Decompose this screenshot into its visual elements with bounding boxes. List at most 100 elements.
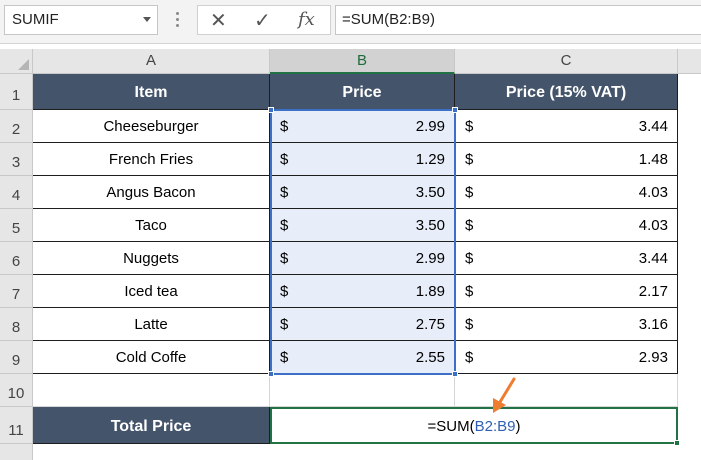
row-header-2[interactable]: 2 xyxy=(0,110,33,143)
row-header-7[interactable]: 7 xyxy=(0,275,33,308)
price-cell[interactable]: $1.29 xyxy=(270,143,455,176)
price-value: 3.50 xyxy=(415,217,445,234)
vat-cell[interactable]: $3.44 xyxy=(455,110,678,143)
name-box-value: SUMIF xyxy=(12,11,59,28)
item-cell[interactable]: Latte xyxy=(33,308,270,341)
header-item[interactable]: Item xyxy=(33,74,270,110)
price-cell[interactable]: $2.75 xyxy=(270,308,455,341)
price-cell[interactable]: $3.50 xyxy=(270,176,455,209)
column-header-a[interactable]: A xyxy=(33,49,270,74)
row-header-9[interactable]: 9 xyxy=(0,341,33,374)
formula-text: =SUM(B2:B9) xyxy=(342,11,435,28)
price-cell[interactable]: $3.50 xyxy=(270,209,455,242)
drag-handle-icon[interactable] xyxy=(176,12,179,30)
column-header-b[interactable]: B xyxy=(270,49,455,74)
row-header-4[interactable]: 4 xyxy=(0,176,33,209)
currency-symbol: $ xyxy=(280,118,289,135)
header-price[interactable]: Price xyxy=(270,74,455,110)
currency-symbol: $ xyxy=(280,151,289,168)
price-value: 2.99 xyxy=(415,118,445,135)
vat-value: 4.03 xyxy=(638,184,668,201)
currency-symbol: $ xyxy=(280,316,289,333)
select-all-button[interactable] xyxy=(0,49,33,74)
price-cell[interactable]: $2.55 xyxy=(270,341,455,374)
fill-handle[interactable] xyxy=(674,440,680,446)
price-cell[interactable]: $2.99 xyxy=(270,242,455,275)
currency-symbol: $ xyxy=(280,349,289,366)
item-name: Cheeseburger xyxy=(103,118,199,135)
row-header-12[interactable] xyxy=(0,444,33,460)
currency-symbol: $ xyxy=(465,250,474,267)
vat-value: 2.17 xyxy=(638,283,668,300)
currency-symbol: $ xyxy=(280,250,289,267)
price-value: 1.89 xyxy=(415,283,445,300)
row-header-11[interactable]: 11 xyxy=(0,407,33,444)
row-header-6[interactable]: 6 xyxy=(0,242,33,275)
vat-cell[interactable]: $1.48 xyxy=(455,143,678,176)
column-header-c[interactable]: C xyxy=(455,49,678,74)
vat-cell[interactable]: $2.93 xyxy=(455,341,678,374)
name-box[interactable]: SUMIF xyxy=(4,5,158,35)
cancel-icon[interactable]: ✕ xyxy=(210,8,227,33)
currency-symbol: $ xyxy=(465,349,474,366)
formula-input[interactable]: =SUM(B2:B9) xyxy=(335,5,701,35)
enter-icon[interactable]: ✓ xyxy=(254,8,271,33)
item-cell[interactable]: Taco xyxy=(33,209,270,242)
item-name: Taco xyxy=(135,217,167,234)
vat-value: 1.48 xyxy=(638,151,668,168)
column-header-d[interactable] xyxy=(678,49,701,74)
price-value: 2.75 xyxy=(415,316,445,333)
currency-symbol: $ xyxy=(465,151,474,168)
item-name: Iced tea xyxy=(124,283,178,300)
item-cell[interactable]: Cheeseburger xyxy=(33,110,270,143)
vat-cell[interactable]: $3.16 xyxy=(455,308,678,341)
row-header-5[interactable]: 5 xyxy=(0,209,33,242)
pointer-arrow-icon xyxy=(493,377,516,413)
formula-prefix: =SUM( xyxy=(427,418,475,435)
active-cell-b11[interactable]: =SUM(B2:B9) xyxy=(270,407,680,446)
vat-cell[interactable]: $4.03 xyxy=(455,176,678,209)
vat-cell[interactable]: $2.17 xyxy=(455,275,678,308)
formula-bar: SUMIF ✕ ✓ fx =SUM(B2:B9) xyxy=(0,0,701,44)
row-header-1[interactable]: 1 xyxy=(0,74,33,110)
row-header-3[interactable]: 3 xyxy=(0,143,33,176)
total-label-cell[interactable]: Total Price xyxy=(33,407,270,444)
price-cell[interactable]: $2.99 xyxy=(270,110,455,143)
item-name: French Fries xyxy=(108,151,194,168)
price-value: 2.99 xyxy=(415,250,445,267)
currency-symbol: $ xyxy=(465,283,474,300)
item-cell[interactable]: Angus Bacon xyxy=(33,176,270,209)
item-cell[interactable]: Cold Coffe xyxy=(33,341,270,374)
vat-value: 2.93 xyxy=(638,349,668,366)
vat-cell[interactable]: $3.44 xyxy=(455,242,678,275)
row-header-8[interactable]: 8 xyxy=(0,308,33,341)
insert-function-icon[interactable]: fx xyxy=(298,9,315,30)
item-cell[interactable]: Nuggets xyxy=(33,242,270,275)
item-cell[interactable]: Iced tea xyxy=(33,275,270,308)
vat-value: 4.03 xyxy=(638,217,668,234)
total-formula: =SUM(B2:B9) xyxy=(272,418,676,435)
item-name: Cold Coffe xyxy=(115,349,187,366)
formula-buttons: ✕ ✓ fx xyxy=(197,5,331,35)
price-value: 1.29 xyxy=(415,151,445,168)
item-name: Latte xyxy=(134,316,168,333)
vat-value: 3.44 xyxy=(638,118,668,135)
vat-value: 3.16 xyxy=(638,316,668,333)
cell-b10[interactable] xyxy=(270,374,455,407)
item-cell[interactable]: French Fries xyxy=(33,143,270,176)
currency-symbol: $ xyxy=(280,217,289,234)
cell-a10[interactable] xyxy=(33,374,270,407)
currency-symbol: $ xyxy=(280,283,289,300)
row-header-10[interactable]: 10 xyxy=(0,374,33,407)
price-cell[interactable]: $1.89 xyxy=(270,275,455,308)
currency-symbol: $ xyxy=(465,217,474,234)
chevron-down-icon[interactable] xyxy=(143,17,151,22)
currency-symbol: $ xyxy=(280,184,289,201)
currency-symbol: $ xyxy=(465,118,474,135)
price-value: 2.55 xyxy=(415,349,445,366)
item-name: Angus Bacon xyxy=(106,184,196,201)
currency-symbol: $ xyxy=(465,316,474,333)
price-value: 3.50 xyxy=(415,184,445,201)
vat-cell[interactable]: $4.03 xyxy=(455,209,678,242)
header-price-vat[interactable]: Price (15% VAT) xyxy=(455,74,678,110)
